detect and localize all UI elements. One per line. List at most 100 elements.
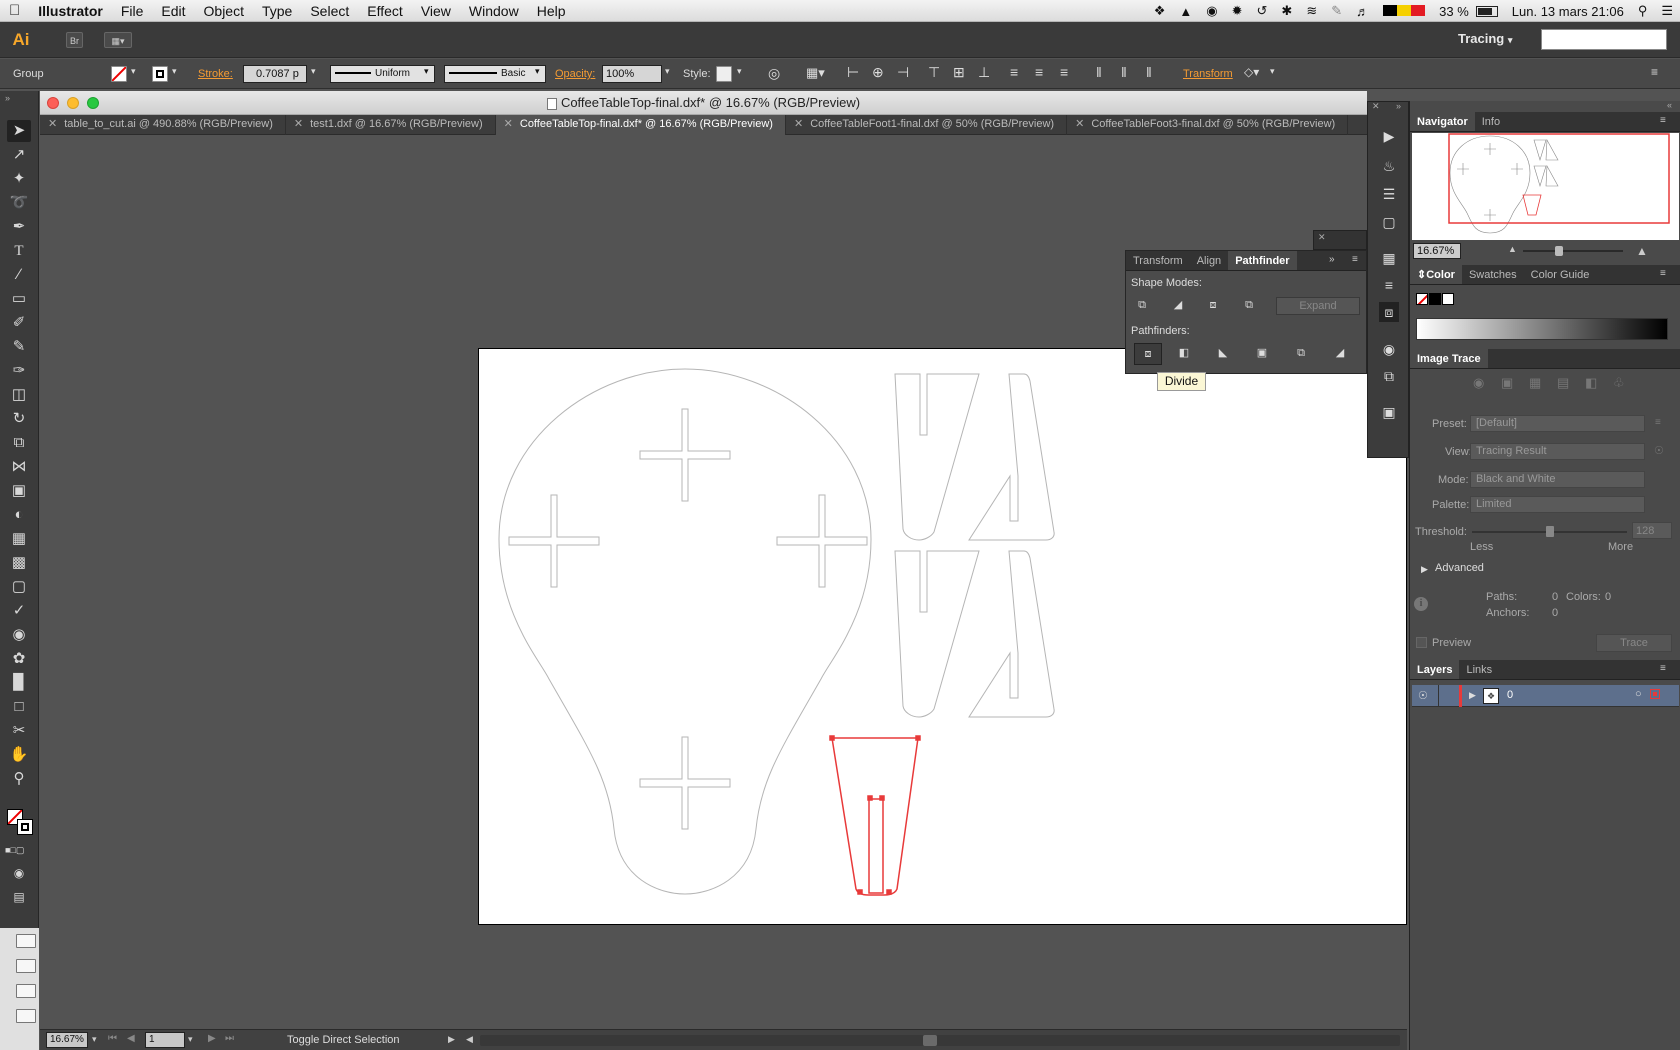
recolor-artwork-icon[interactable]: ◎ [768,65,780,82]
previous-artboard-icon[interactable]: ◀ [127,1033,135,1044]
apple-menu-icon[interactable]:  [0,0,29,22]
folder-icon[interactable] [16,1009,36,1023]
align-center-icon[interactable]: ⊕ [872,64,884,81]
menu-effect[interactable]: Effect [358,0,412,22]
stroke-weight-dropdown-icon[interactable]: ▾ [311,66,316,77]
artboard[interactable] [478,348,1407,925]
tab-color-guide[interactable]: Color Guide [1524,265,1597,284]
panel-menu-icon[interactable]: ≡ [1352,254,1358,265]
opacity-dropdown-icon[interactable]: ▾ [665,66,670,77]
workspace-switcher[interactable]: Tracing ▾ [1458,31,1512,46]
arrange-documents-button[interactable]: ▦▾ [104,32,132,48]
tab-layers[interactable]: Layers [1410,660,1460,679]
rectangle-tool-icon[interactable]: ▭ [7,288,31,310]
tab-links[interactable]: Links [1459,660,1499,679]
help-search-input[interactable] [1541,29,1667,50]
threshold-slider[interactable] [1472,526,1627,537]
layer-name[interactable]: 0 [1507,689,1513,701]
selection-indicator[interactable] [1650,689,1660,699]
volume-icon[interactable]: ♬ [1349,4,1376,19]
trim-icon[interactable]: ◧ [1173,343,1195,363]
high-color-icon[interactable]: ▣ [1501,375,1513,391]
document-tab[interactable]: ✕ table_to_cut.ai @ 490.88% (RGB/Preview) [40,115,286,135]
graphic-styles-panel-icon[interactable]: ⧉ [1379,366,1399,386]
gradient-panel-icon[interactable]: ▢ [1379,212,1399,232]
tab-navigator[interactable]: Navigator [1410,112,1475,131]
status-menu-icon[interactable]: ▶ [448,1034,455,1045]
expand-layer-icon[interactable]: ▶ [1469,690,1476,701]
tab-info[interactable]: Info [1475,112,1507,131]
zoom-tool-icon[interactable]: ⚲ [7,768,31,790]
black-color-swatch[interactable] [1429,293,1441,305]
document-tab[interactable]: ✕ CoffeeTableFoot1-final.dxf @ 50% (RGB/P… [786,115,1068,135]
spotlight-search-icon[interactable]: ⚲ [1631,3,1655,19]
fill-stroke-widget[interactable] [5,807,35,841]
preview-checkbox[interactable] [1416,637,1427,648]
align-top-icon[interactable]: ⊤ [928,64,940,81]
threshold-slider-thumb[interactable] [1545,526,1554,537]
outline-path-icon[interactable]: ⧉ [1290,343,1312,363]
drive-icon[interactable]: ▲ [1172,4,1199,19]
horizontal-scrollbar[interactable] [480,1035,1400,1046]
stroke-dropdown-icon[interactable]: ▾ [172,66,177,77]
width-tool-icon[interactable]: ⋈ [7,456,31,478]
crop-icon[interactable]: ▣ [1251,343,1273,363]
view-original-eye-icon[interactable]: ☉ [1654,444,1664,457]
folder-icon[interactable] [16,934,36,948]
bridge-button[interactable]: Br [66,32,83,48]
menu-object[interactable]: Object [195,0,253,22]
free-transform-tool-icon[interactable]: ▣ [7,480,31,502]
direct-selection-tool-icon[interactable]: ↗ [7,144,31,166]
lasso-tool-icon[interactable]: ➰ [7,192,31,214]
panel-menu-icon[interactable]: ≡ [1660,663,1666,674]
mesh-tool-icon[interactable]: ▩ [7,552,31,574]
document-tab[interactable]: ✕ CoffeeTableFoot3-final.dxf @ 50% (RGB/P… [1067,115,1349,135]
navigator-preview[interactable] [1412,133,1679,240]
panel-menu-icon[interactable]: ≡ [1660,115,1666,126]
unite-icon[interactable]: ⧉ [1131,295,1153,315]
zoom-out-icon[interactable]: ▲ [1508,244,1517,254]
battery-percent[interactable]: 33 % [1432,4,1476,19]
navigator-zoom-slider[interactable] [1523,246,1623,256]
pencil-tool-icon[interactable]: ✎ [7,336,31,358]
fill-dropdown-icon[interactable]: ▾ [131,66,136,77]
layer-row[interactable]: ☉ ▶ ❖ 0 ○ [1412,685,1679,707]
document-tab[interactable]: ✕ test1.dxf @ 16.67% (RGB/Preview) [286,115,496,135]
magic-wand-tool-icon[interactable]: ✦ [7,168,31,190]
profile-dropdown-icon[interactable]: ▾ [424,66,429,77]
scrollbar-thumb[interactable] [923,1035,937,1046]
app-menu[interactable]: Illustrator [29,0,112,22]
close-tab-icon[interactable]: ✕ [294,118,303,130]
none-color-swatch[interactable] [1416,293,1428,305]
tab-image-trace[interactable]: Image Trace [1410,349,1488,368]
graphic-style-swatch[interactable] [716,66,732,82]
draw-mode-icon[interactable]: ◉ [7,862,31,884]
line-segment-tool-icon[interactable]: ∕ [7,264,31,286]
clock[interactable]: Lun. 13 mars 21:06 [1505,4,1631,19]
close-window-button[interactable] [47,97,59,109]
distribute-middle-icon[interactable]: ≡ [1035,64,1043,80]
notification-center-icon[interactable]: ☰ [1654,3,1680,19]
menu-type[interactable]: Type [253,0,301,22]
creative-cloud-icon[interactable]: ◉ [1199,3,1224,19]
last-artboard-icon[interactable]: ⏭ [225,1033,234,1044]
pen-tool-icon[interactable]: ✒ [7,216,31,238]
minimize-window-button[interactable] [67,97,79,109]
collapse-toolbar-icon[interactable]: » [5,93,10,103]
close-tab-icon[interactable]: ✕ [504,118,513,130]
advanced-disclosure-icon[interactable]: ▶ [1421,564,1428,575]
threshold-value-field[interactable]: 128 [1632,522,1672,539]
control-panel-menu-icon[interactable]: ▾ [1270,66,1275,77]
distribute-bottom-icon[interactable]: ≡ [1060,64,1068,80]
align-right-icon[interactable]: ⊣ [897,64,909,81]
align-left-icon[interactable]: ⊢ [847,64,859,81]
rotate-tool-icon[interactable]: ↻ [7,408,31,430]
scale-tool-icon[interactable]: ⧉ [7,432,31,454]
align-bottom-icon[interactable]: ⊥ [978,64,990,81]
stroke-swatch-tool[interactable] [17,819,33,835]
tab-align[interactable]: Align [1190,251,1228,270]
brush-definition-dropdown[interactable]: Basic [444,65,546,83]
variable-width-profile-dropdown[interactable]: Uniform [330,65,435,83]
gradient-tool-icon[interactable]: ▢ [7,576,31,598]
menu-select[interactable]: Select [301,0,358,22]
